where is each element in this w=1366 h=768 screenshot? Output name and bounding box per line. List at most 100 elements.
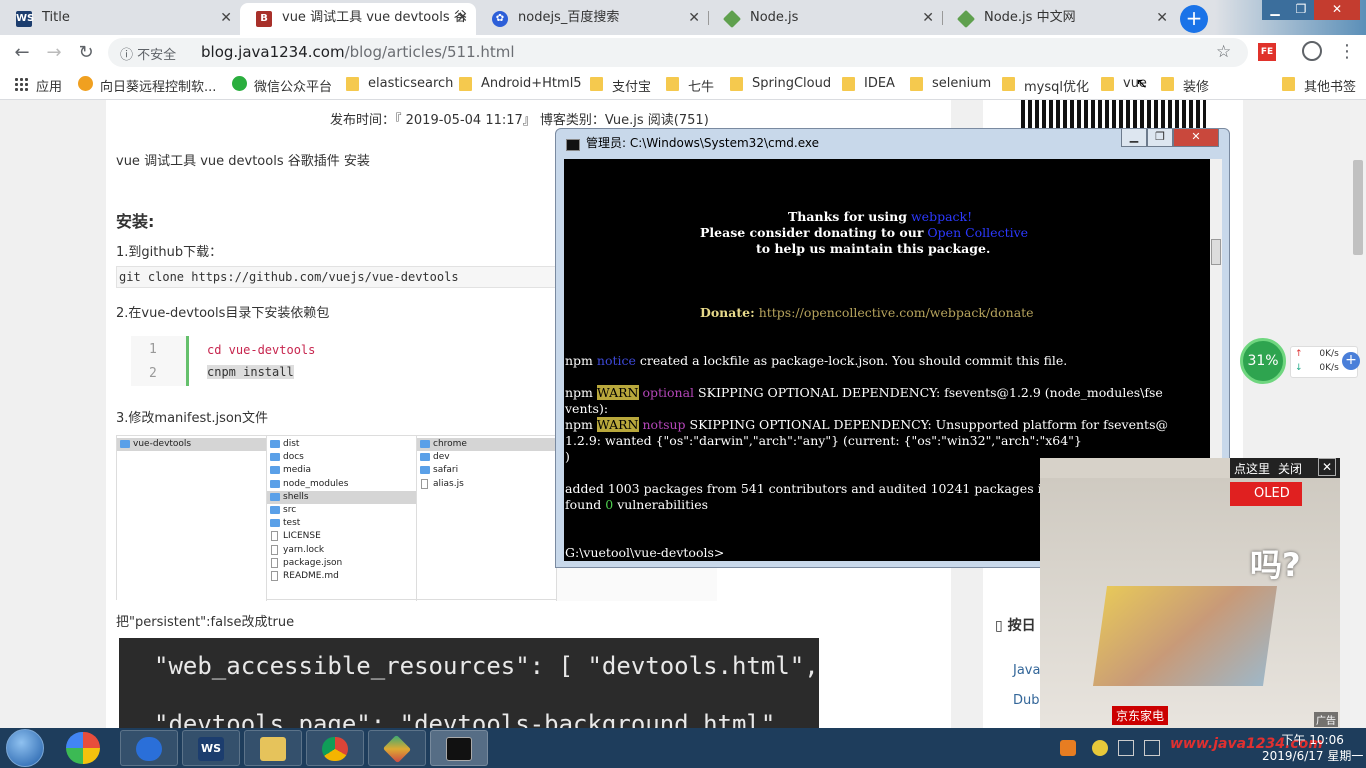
new-tab-button[interactable]: + xyxy=(1180,5,1208,33)
bookmark-item[interactable]: IDEA xyxy=(842,76,895,91)
video-ad[interactable]: 点这里 关闭 ✕ OLED 吗? 京东家电 广告 xyxy=(1040,458,1340,728)
taskbar-app[interactable] xyxy=(306,730,364,766)
tab-title[interactable]: WS Title ✕ xyxy=(0,3,240,35)
minimize-button[interactable]: ▁ xyxy=(1121,129,1147,147)
tray-icon[interactable] xyxy=(1118,740,1134,756)
click-here-link[interactable]: 点这里 xyxy=(1234,460,1270,477)
close-icon[interactable]: ✕ xyxy=(220,3,232,33)
folder-icon xyxy=(1282,77,1295,91)
bookmark-item[interactable]: selenium xyxy=(910,76,991,91)
download-arrow-icon: ↓ xyxy=(1295,363,1303,373)
bookmark-item[interactable]: elasticsearch xyxy=(346,76,453,91)
file-icon xyxy=(271,557,278,568)
app-icon[interactable] xyxy=(66,732,100,764)
folder-icon xyxy=(1161,77,1174,91)
scrollbar-thumb[interactable] xyxy=(1211,239,1221,265)
bookmark-item[interactable]: 装修 xyxy=(1161,76,1209,95)
ad-close-link[interactable]: 关闭 xyxy=(1278,460,1302,477)
sidebar-heading: 按日 xyxy=(1007,618,1036,634)
folder-icon xyxy=(910,77,923,91)
taskbar-app[interactable] xyxy=(244,730,302,766)
reload-icon[interactable]: ↻ xyxy=(74,41,98,65)
cmd-icon xyxy=(566,139,580,151)
bookmark-other[interactable]: 其他书签 xyxy=(1282,76,1356,95)
cmd-title: 管理员: C:\Windows\System32\cmd.exe xyxy=(586,136,819,150)
tray-icon[interactable] xyxy=(1092,740,1108,756)
folder-icon xyxy=(270,440,280,448)
finder-item: alias.js xyxy=(417,478,556,491)
taskbar-app[interactable]: WS xyxy=(182,730,240,766)
node-icon xyxy=(956,9,976,29)
code-line: cnpm install xyxy=(207,365,294,379)
start-button[interactable] xyxy=(6,729,44,767)
folder-icon xyxy=(270,453,280,462)
profile-icon[interactable] xyxy=(1302,41,1322,61)
tray-icon[interactable] xyxy=(1060,740,1076,756)
window-close-button[interactable]: ✕ xyxy=(1314,0,1360,20)
forward-icon[interactable]: → xyxy=(42,41,66,65)
code-line: "web_accessible_resources": [ "devtools.… xyxy=(154,652,819,680)
bookmark-item[interactable]: SpringCloud xyxy=(730,76,831,91)
tab-nodejs[interactable]: Node.js ✕ xyxy=(708,3,942,35)
tab-nodejs-cn[interactable]: Node.js 中文网 ✕ xyxy=(942,3,1176,35)
tray-icon[interactable] xyxy=(1144,740,1160,756)
close-icon[interactable]: ✕ xyxy=(1156,3,1168,33)
bookmark-item[interactable]: 支付宝 xyxy=(590,76,651,95)
sidebar-link[interactable]: Java xyxy=(1013,663,1040,678)
bookmark-apps[interactable]: 应用 xyxy=(14,76,62,95)
menu-icon[interactable]: ⋮ xyxy=(1338,41,1356,62)
taskbar-app[interactable] xyxy=(368,730,426,766)
paw-icon: ✿ xyxy=(492,11,508,27)
maximize-button[interactable]: ❐ xyxy=(1288,0,1314,20)
add-icon[interactable]: + xyxy=(1342,352,1360,370)
star-icon[interactable]: ☆ xyxy=(1216,42,1231,62)
url-text[interactable]: blog.java1234.com/blog/articles/511.html xyxy=(201,43,515,61)
close-icon[interactable]: ✕ xyxy=(456,3,468,33)
taskbar-app-cmd[interactable] xyxy=(430,730,488,766)
finder-item: node_modules xyxy=(267,478,416,491)
scrollbar-thumb[interactable] xyxy=(1353,160,1363,255)
sidebar-link[interactable]: Dubl xyxy=(1013,693,1043,708)
window-close-button[interactable]: ✕ xyxy=(1173,129,1219,147)
folder-icon xyxy=(1002,77,1015,91)
wps-icon xyxy=(136,737,162,761)
bookmark-item[interactable]: 向日葵远程控制软... xyxy=(78,76,216,95)
extension-icon[interactable]: FE xyxy=(1258,43,1276,61)
numbered-code-block: 1 2 cd vue-devtools cnpm install xyxy=(131,336,551,386)
tab-baidu[interactable]: ✿ nodejs_百度搜索 ✕ xyxy=(476,3,708,35)
line-number: 2 xyxy=(149,366,157,381)
article-meta: 发布时间：『 2019-05-04 11:17』 博客类别：Vue.js 阅读(… xyxy=(330,113,709,128)
code-screenshot: "web_accessible_resources": [ "devtools.… xyxy=(119,638,819,728)
bookmark-item[interactable]: 七牛 xyxy=(666,76,714,95)
folder-icon xyxy=(270,466,280,475)
close-icon[interactable]: ✕ xyxy=(922,3,934,33)
ad-slogan: 吗? xyxy=(1250,546,1301,584)
bookmark-item[interactable]: 微信公众平台 xyxy=(232,76,332,95)
bookmark-item[interactable]: Android+Html5 xyxy=(459,76,582,91)
tab-vue-devtools[interactable]: B vue 调试工具 vue devtools 谷 ✕ xyxy=(240,3,476,35)
file-icon xyxy=(421,478,428,489)
finder-column: vue-devtools xyxy=(117,436,267,601)
taskbar-app[interactable] xyxy=(120,730,178,766)
back-icon[interactable]: ← xyxy=(10,41,34,65)
address-bar[interactable]: ⓘ 不安全 blog.java1234.com/blog/articles/51… xyxy=(108,38,1248,67)
chrome-icon xyxy=(322,737,348,761)
section-heading: 安装: xyxy=(116,212,155,231)
close-icon[interactable]: ✕ xyxy=(688,3,700,33)
clock[interactable]: 下午 10:06 2019/6/17 星期一 xyxy=(1262,732,1363,764)
bookmark-item[interactable]: mysql优化 xyxy=(1002,76,1089,95)
folder-icon xyxy=(590,77,603,91)
cmd-prompt: G:\vuetool\vue-devtools> xyxy=(565,545,725,560)
close-icon[interactable]: ✕ xyxy=(1318,458,1336,476)
finder-column: dist docs media node_modules shells src test LI… xyxy=(267,436,417,601)
finder-item: src xyxy=(267,504,416,517)
qr-code-image xyxy=(1021,100,1206,128)
tab-label: nodejs_百度搜索 xyxy=(518,10,620,25)
minimize-button[interactable]: ▁ xyxy=(1262,0,1288,20)
folder-icon xyxy=(270,506,280,514)
page-scrollbar[interactable] xyxy=(1350,100,1366,728)
network-speed-widget[interactable]: 31% ↑ 0K/s ↓ 0K/s + xyxy=(1238,336,1364,386)
security-label: 不安全 xyxy=(137,48,177,63)
finder-item: yarn.lock xyxy=(267,544,416,557)
maximize-button[interactable]: ❐ xyxy=(1147,129,1173,147)
